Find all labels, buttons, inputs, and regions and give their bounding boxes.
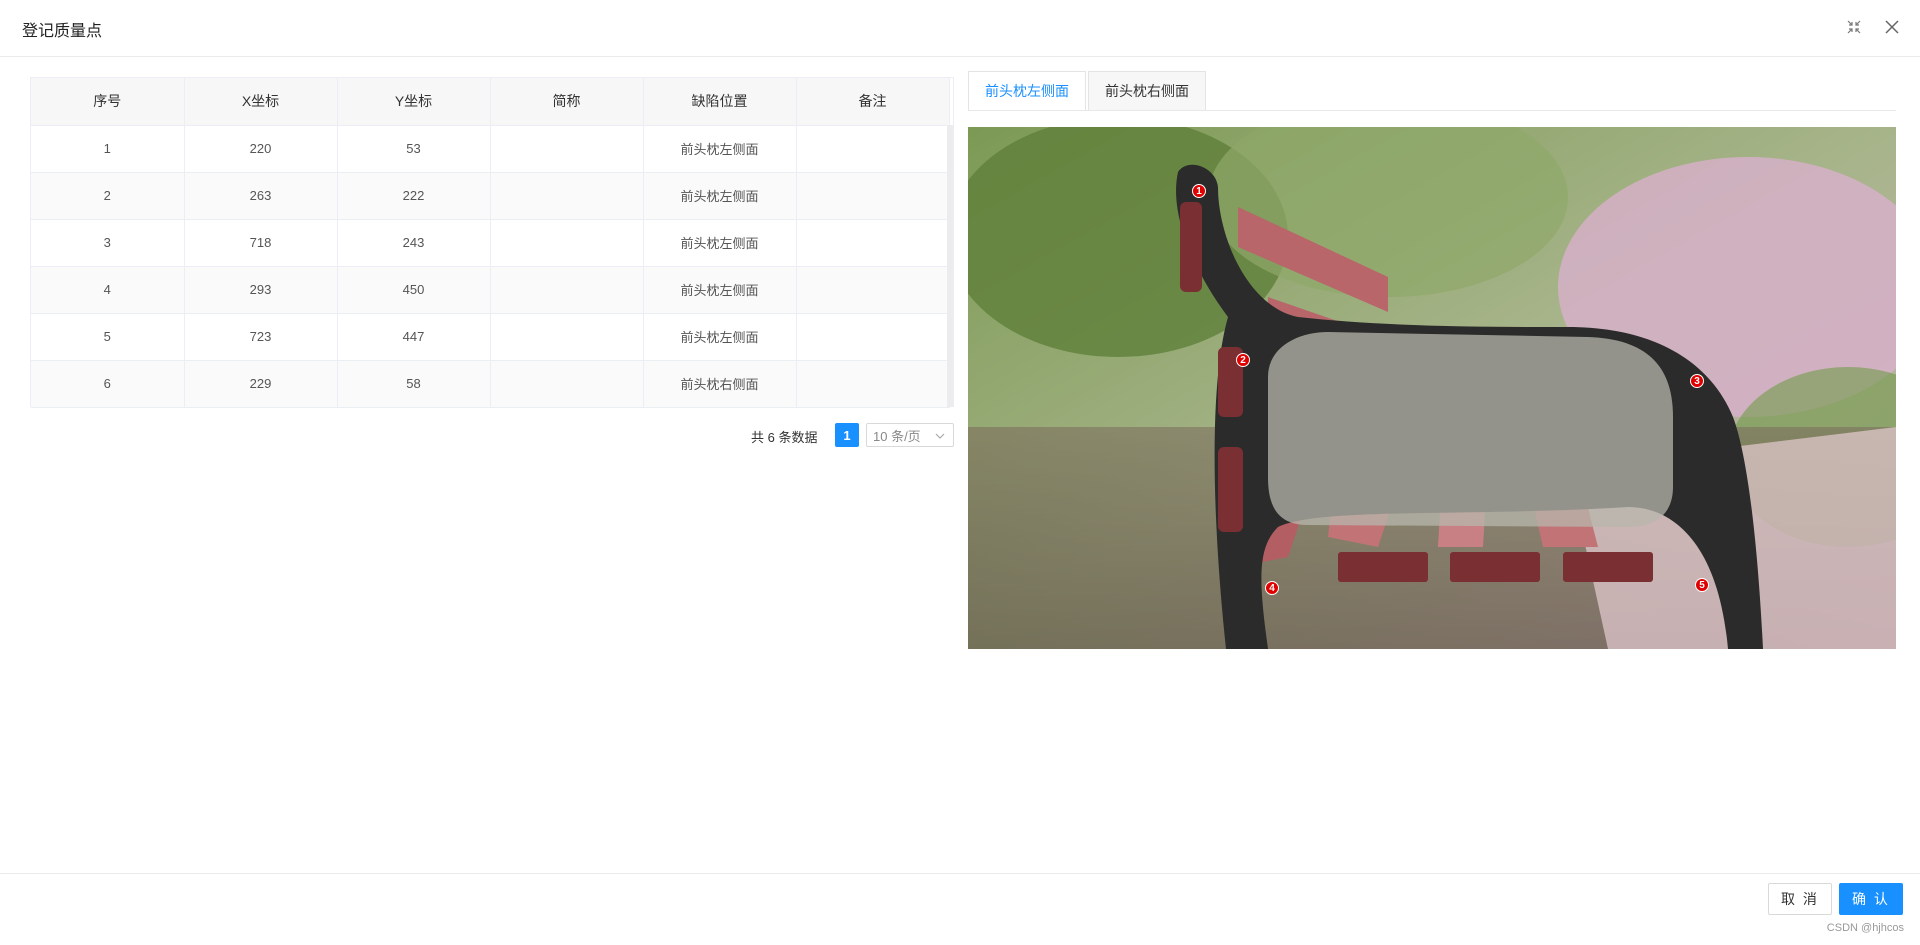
cell-remark: [796, 219, 950, 267]
tab-right-side[interactable]: 前头枕右侧面: [1088, 71, 1206, 111]
cell-y: 243: [337, 219, 491, 267]
table-header-row: 序号 X坐标 Y坐标 简称 缺陷位置 备注: [31, 78, 950, 126]
marker-point-2[interactable]: 2: [1236, 353, 1250, 367]
quality-points-table: 序号 X坐标 Y坐标 简称 缺陷位置 备注 1 220 53 前头枕左侧面 2 …: [30, 77, 954, 408]
table-row[interactable]: 3 718 243 前头枕左侧面: [31, 219, 950, 267]
dialog-header: 登记质量点: [0, 0, 1920, 57]
marker-point-5[interactable]: 5: [1695, 578, 1709, 592]
bench-image: [968, 127, 1896, 649]
cell-remark: [796, 125, 950, 173]
cell-remark: [796, 313, 950, 361]
column-header[interactable]: 备注: [796, 78, 950, 126]
table-scrollbar[interactable]: [947, 125, 953, 407]
dialog-footer-divider: [0, 873, 1920, 874]
cell-defect-location: 前头枕左侧面: [643, 125, 797, 173]
cell-defect-location: 前头枕左侧面: [643, 313, 797, 361]
table-row[interactable]: 5 723 447 前头枕左侧面: [31, 313, 950, 361]
cell-short-name: [490, 313, 644, 361]
table-row[interactable]: 4 293 450 前头枕左侧面: [31, 266, 950, 314]
tab-left-side[interactable]: 前头枕左侧面: [968, 71, 1086, 111]
column-header[interactable]: 序号: [31, 78, 185, 126]
cell-x: 293: [184, 266, 338, 314]
marker-point-3[interactable]: 3: [1690, 374, 1704, 388]
marker-point-1[interactable]: 1: [1192, 184, 1206, 198]
cell-y: 447: [337, 313, 491, 361]
cell-defect-location: 前头枕左侧面: [643, 266, 797, 314]
table-row[interactable]: 2 263 222 前头枕左侧面: [31, 172, 950, 220]
page-size-select[interactable]: 10 条/页: [866, 423, 954, 447]
cell-index: 4: [31, 266, 185, 314]
cell-defect-location: 前头枕左侧面: [643, 219, 797, 267]
cell-y: 53: [337, 125, 491, 173]
cell-y: 222: [337, 172, 491, 220]
column-header[interactable]: Y坐标: [337, 78, 491, 126]
dialog-title: 登记质量点: [22, 23, 103, 40]
cell-x: 263: [184, 172, 338, 220]
cell-x: 723: [184, 313, 338, 361]
quality-point-dialog: 登记质量点 序号 X坐标 Y坐标 简称 缺陷位置 备注 1 220 53 前头枕…: [0, 0, 1920, 945]
page-size-value: 10 条/页: [873, 428, 921, 444]
watermark: CSDN @hjhcos: [1826, 922, 1904, 934]
chevron-down-icon: [935, 429, 945, 444]
cell-short-name: [490, 360, 644, 408]
cell-short-name: [490, 266, 644, 314]
cell-defect-location: 前头枕左侧面: [643, 172, 797, 220]
cell-x: 229: [184, 360, 338, 408]
cell-index: 2: [31, 172, 185, 220]
cell-short-name: [490, 172, 644, 220]
cell-short-name: [490, 125, 644, 173]
cell-remark: [796, 360, 950, 408]
table-row[interactable]: 6 229 58 前头枕右侧面: [31, 360, 950, 408]
cell-y: 58: [337, 360, 491, 408]
column-header[interactable]: 简称: [490, 78, 644, 126]
close-icon[interactable]: [1881, 16, 1903, 38]
bench-photo[interactable]: 1 2 3 4 5: [968, 127, 1896, 649]
cell-x: 718: [184, 219, 338, 267]
marker-point-4[interactable]: 4: [1265, 581, 1279, 595]
column-header[interactable]: X坐标: [184, 78, 338, 126]
cell-defect-location: 前头枕右侧面: [643, 360, 797, 408]
table-row[interactable]: 1 220 53 前头枕左侧面: [31, 125, 950, 173]
cell-short-name: [490, 219, 644, 267]
cell-x: 220: [184, 125, 338, 173]
pagination-page-1[interactable]: 1: [835, 423, 859, 447]
cell-index: 3: [31, 219, 185, 267]
compress-icon[interactable]: [1843, 16, 1865, 38]
tab-divider: [968, 110, 1896, 111]
cell-index: 5: [31, 313, 185, 361]
column-header[interactable]: 缺陷位置: [643, 78, 797, 126]
pagination-total: 共 6 条数据: [751, 430, 818, 445]
cell-remark: [796, 172, 950, 220]
cell-remark: [796, 266, 950, 314]
cell-index: 6: [31, 360, 185, 408]
confirm-button[interactable]: 确 认: [1839, 883, 1903, 915]
cancel-button[interactable]: 取 消: [1768, 883, 1832, 915]
cell-y: 450: [337, 266, 491, 314]
cell-index: 1: [31, 125, 185, 173]
